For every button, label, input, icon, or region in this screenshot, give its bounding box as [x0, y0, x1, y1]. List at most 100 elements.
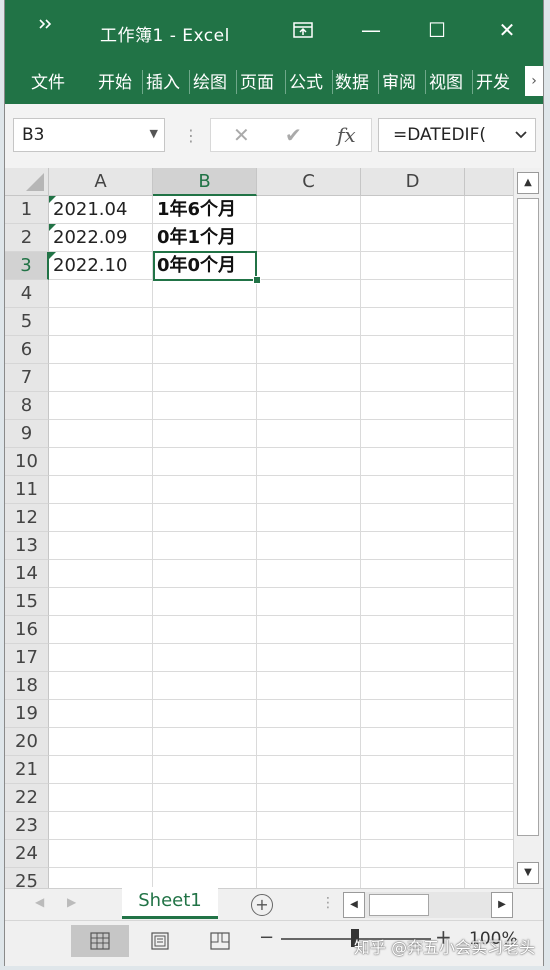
row-header-14[interactable]: 14	[5, 560, 49, 588]
customize-qat-icon[interactable]	[39, 18, 53, 34]
select-all-corner[interactable]	[5, 168, 49, 196]
fill-handle[interactable]	[253, 276, 261, 284]
row-header-10[interactable]: 10	[5, 448, 49, 476]
ribbon-display-options-icon[interactable]	[285, 14, 321, 46]
row-header-5[interactable]: 5	[5, 308, 49, 336]
row-header-7[interactable]: 7	[5, 364, 49, 392]
tab-page-layout[interactable]: 页面	[240, 68, 284, 93]
column-header-next[interactable]	[465, 168, 513, 196]
row-header-8[interactable]: 8	[5, 392, 49, 420]
tab-insert[interactable]: 插入	[146, 68, 180, 93]
cell-a2[interactable]: 2022.09	[49, 224, 153, 252]
vertical-scroll-thumb[interactable]	[517, 198, 539, 836]
row-header-13[interactable]: 13	[5, 532, 49, 560]
tab-view[interactable]: 视图	[429, 68, 463, 93]
row-header-24[interactable]: 24	[5, 840, 49, 868]
maximize-button[interactable]: ☐	[419, 14, 455, 46]
tab-data[interactable]: 数据	[335, 68, 369, 93]
tab-formulas[interactable]: 公式	[289, 68, 323, 93]
tab-review[interactable]: 审阅	[382, 68, 416, 93]
row-header-18[interactable]: 18	[5, 672, 49, 700]
row-header-16[interactable]: 16	[5, 616, 49, 644]
cell-a3[interactable]: 2022.10	[49, 252, 153, 280]
zoom-out-button[interactable]: −	[259, 927, 274, 948]
formula-buttons: ✕ ✔ fx	[210, 118, 372, 152]
cell-b1[interactable]: 1年6个月	[153, 196, 257, 224]
tab-file[interactable]: 文件	[31, 68, 65, 93]
tab-divider	[142, 70, 143, 94]
spreadsheet-grid[interactable]: A B C D 1 2021.04 1年6个月 2 2022.09 0年1个月 3 2022.10 0年…	[5, 168, 513, 888]
row-header-15[interactable]: 15	[5, 588, 49, 616]
scroll-right-icon[interactable]: ▶	[491, 892, 513, 918]
error-indicator-icon[interactable]	[49, 224, 56, 231]
horizontal-scrollbar[interactable]: ◀ ▶	[343, 892, 513, 918]
row-gridline	[49, 811, 513, 812]
name-box[interactable]: B3 ▼	[13, 118, 165, 152]
formula-bar-splitter-icon[interactable]: ⋮	[183, 126, 199, 145]
row-header-2[interactable]: 2	[5, 224, 49, 252]
row-header-21[interactable]: 21	[5, 756, 49, 784]
sheet-prev-icon[interactable]: ◀	[35, 895, 44, 909]
vertical-scrollbar[interactable]: ▲ ▼	[513, 168, 541, 888]
horizontal-scroll-thumb[interactable]	[369, 894, 429, 916]
enter-icon[interactable]: ✔	[285, 123, 302, 147]
error-indicator-icon[interactable]	[49, 252, 56, 259]
row-header-11[interactable]: 11	[5, 476, 49, 504]
row-gridline	[49, 727, 513, 728]
cancel-icon[interactable]: ✕	[233, 123, 250, 147]
row-header-20[interactable]: 20	[5, 728, 49, 756]
column-header-b[interactable]: B	[153, 168, 257, 196]
chevron-down-icon[interactable]: ▼	[150, 127, 158, 140]
column-header-c[interactable]: C	[257, 168, 361, 196]
row-gridline	[49, 419, 513, 420]
formula-bar: B3 ▼ ⋮ ✕ ✔ fx =DATEDIF(	[5, 104, 543, 168]
sheet-bar-splitter-icon[interactable]: ⋮	[321, 895, 335, 911]
sheet-tab-sheet1[interactable]: Sheet1	[122, 887, 218, 919]
formula-input[interactable]: =DATEDIF(	[378, 118, 536, 152]
row-header-6[interactable]: 6	[5, 336, 49, 364]
close-button[interactable]: ✕	[489, 14, 525, 46]
page-layout-view-icon[interactable]	[131, 925, 189, 957]
excel-window: 工作簿1 - Excel — ☐ ✕ 文件 开始 插入 绘图 页面 公式 数据 …	[4, 0, 544, 966]
sheet-next-icon[interactable]: ▶	[67, 895, 76, 909]
sheet-tab-bar: ◀ ▶ Sheet1 + ⋮ ◀ ▶	[5, 887, 543, 920]
add-sheet-button[interactable]: +	[251, 894, 273, 916]
row-header-22[interactable]: 22	[5, 784, 49, 812]
row-header-25[interactable]: 25	[5, 868, 49, 888]
ribbon-scroll-right-icon[interactable]: ›	[525, 66, 543, 96]
normal-view-icon[interactable]	[71, 925, 129, 957]
row-header-1[interactable]: 1	[5, 196, 49, 224]
cell-a1[interactable]: 2021.04	[49, 196, 153, 224]
column-gridline	[152, 196, 153, 888]
row-gridline	[49, 643, 513, 644]
tab-draw[interactable]: 绘图	[193, 68, 227, 93]
row-gridline	[49, 363, 513, 364]
scroll-up-icon[interactable]: ▲	[517, 172, 539, 194]
active-cell-border	[153, 251, 257, 281]
cell-b2[interactable]: 0年1个月	[153, 224, 257, 252]
page-break-preview-icon[interactable]	[191, 925, 249, 957]
minimize-button[interactable]: —	[353, 14, 389, 46]
row-header-12[interactable]: 12	[5, 504, 49, 532]
error-indicator-icon[interactable]	[49, 196, 56, 203]
row-header-19[interactable]: 19	[5, 700, 49, 728]
row-gridline	[49, 867, 513, 868]
row-header-9[interactable]: 9	[5, 420, 49, 448]
column-gridline	[464, 196, 465, 888]
name-box-value: B3	[22, 125, 45, 145]
row-header-23[interactable]: 23	[5, 812, 49, 840]
tab-divider	[189, 70, 190, 94]
row-gridline	[49, 503, 513, 504]
column-header-a[interactable]: A	[49, 168, 153, 196]
insert-function-icon[interactable]: fx	[337, 123, 356, 147]
row-header-4[interactable]: 4	[5, 280, 49, 308]
tab-home[interactable]: 开始	[98, 68, 132, 93]
row-gridline	[49, 839, 513, 840]
expand-formula-bar-icon[interactable]	[515, 128, 527, 142]
scroll-left-icon[interactable]: ◀	[343, 892, 365, 918]
scroll-down-icon[interactable]: ▼	[517, 862, 539, 884]
tab-developer[interactable]: 开发	[476, 68, 520, 93]
row-header-17[interactable]: 17	[5, 644, 49, 672]
row-header-3[interactable]: 3	[5, 252, 49, 280]
column-header-d[interactable]: D	[361, 168, 465, 196]
